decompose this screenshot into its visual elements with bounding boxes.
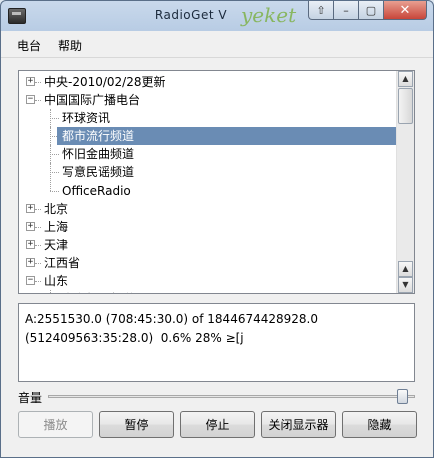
volume-label: 音量 — [18, 391, 43, 405]
maximize-button[interactable]: ▢ — [358, 1, 384, 20]
volume-slider-thumb[interactable] — [396, 389, 408, 404]
app-window: RadioGet V yeket ⇧ – ▢ ✕ 电台 帮助 + 中央-2010/… — [0, 0, 434, 458]
station-tree[interactable]: + 中央-2010/02/28更新 − 中国国际广播电台 环球资讯 都市流行频道 怀旧金曲频… — [18, 70, 415, 294]
tree-category[interactable]: − 山东 — [19, 272, 397, 290]
expand-icon[interactable]: + — [26, 203, 35, 213]
status-line-1: A:2551530.0 (708:45:30.0) of 18446744289… — [25, 312, 318, 326]
station-tree-list: + 中央-2010/02/28更新 − 中国国际广播电台 环球资讯 都市流行频道 怀旧金曲频… — [19, 73, 397, 293]
tree-item-label: 都市流行频道 — [59, 127, 138, 146]
tree-category[interactable]: + 北京 — [19, 200, 397, 218]
tree-station[interactable]: 山东新闻频道 — [19, 290, 397, 293]
tree-connector — [50, 154, 59, 156]
tree-item-label: 写意民谣频道 — [62, 165, 135, 180]
tree-category[interactable]: + 江西省 — [19, 254, 397, 272]
tree-item-label: 天津 — [44, 237, 69, 252]
expand-icon[interactable]: + — [26, 77, 35, 86]
play-button[interactable]: 播放 — [18, 411, 93, 438]
tree-station[interactable]: OfficeRadio — [19, 181, 397, 200]
tree-category[interactable]: + 中央-2010/02/28更新 — [19, 73, 397, 91]
title-bar[interactable]: RadioGet V yeket ⇧ – ▢ ✕ — [1, 1, 433, 31]
status-line-2: (512409563:35:28.0) 0.6% 28% ≥[j — [25, 331, 244, 345]
stop-button[interactable]: 停止 — [180, 411, 255, 438]
collapse-icon[interactable]: − — [26, 276, 35, 286]
client-area: + 中央-2010/02/28更新 − 中国国际广播电台 环球资讯 都市流行频道 怀旧金曲频… — [1, 58, 433, 457]
scroll-thumb[interactable] — [398, 88, 413, 124]
tree-connector — [50, 118, 59, 120]
page-up-button[interactable]: ▲ — [398, 261, 413, 277]
tree-station[interactable]: 都市流行频道 — [19, 127, 397, 146]
close-display-button[interactable]: 关闭显示器 — [261, 411, 336, 438]
tree-connector — [50, 172, 59, 174]
caption-buttons: ⇧ – ▢ ✕ — [308, 1, 427, 21]
scroll-up-button[interactable]: ▲ — [398, 71, 413, 87]
tree-item-label: OfficeRadio — [62, 183, 131, 198]
tree-station[interactable]: 写意民谣频道 — [19, 163, 397, 182]
close-button[interactable]: ✕ — [383, 1, 427, 20]
tree-station[interactable]: 怀旧金曲频道 — [19, 145, 397, 164]
tree-item-label: 环球资讯 — [62, 111, 111, 126]
scroll-down-button[interactable]: ▼ — [398, 277, 413, 293]
tree-connector — [50, 290, 51, 293]
brand-logo: yeket — [241, 3, 297, 27]
up-arrow-button[interactable]: ⇧ — [308, 1, 334, 20]
tree-scrollbar[interactable]: ▲ ▲ ▼ — [396, 71, 414, 293]
expand-icon[interactable]: + — [26, 239, 35, 249]
tree-connector — [50, 190, 59, 192]
expand-icon[interactable]: + — [26, 221, 35, 231]
tree-item-label: 中国国际广播电台 — [44, 93, 141, 108]
tree-item-label: 北京 — [44, 201, 69, 216]
menu-bar: 电台 帮助 — [1, 31, 433, 58]
tree-item-label: 山东 — [44, 274, 69, 289]
volume-slider-track[interactable] — [48, 395, 415, 398]
minimize-button[interactable]: – — [333, 1, 359, 20]
menu-help[interactable]: 帮助 — [58, 37, 82, 54]
tree-category[interactable]: + 上海 — [19, 218, 397, 236]
tree-item-label: 上海 — [44, 219, 69, 234]
hide-button[interactable]: 隐藏 — [342, 411, 417, 438]
tree-item-label: 怀旧金曲频道 — [62, 147, 135, 162]
playback-status: A:2551530.0 (708:45:30.0) of 18446744289… — [18, 303, 415, 382]
expand-icon[interactable]: + — [26, 257, 35, 267]
tree-category[interactable]: − 中国国际广播电台 — [19, 91, 397, 109]
menu-station[interactable]: 电台 — [17, 37, 41, 54]
tree-item-label: 江西省 — [44, 255, 81, 270]
tree-item-label: 山东新闻频道 — [59, 290, 137, 293]
tree-connector — [50, 181, 51, 191]
tree-station[interactable]: 环球资讯 — [19, 109, 397, 128]
collapse-icon[interactable]: − — [26, 95, 35, 105]
pause-button[interactable]: 暂停 — [99, 411, 174, 438]
tree-item-label: 中央-2010/02/28更新 — [44, 75, 166, 89]
tree-category[interactable]: + 天津 — [19, 236, 397, 254]
